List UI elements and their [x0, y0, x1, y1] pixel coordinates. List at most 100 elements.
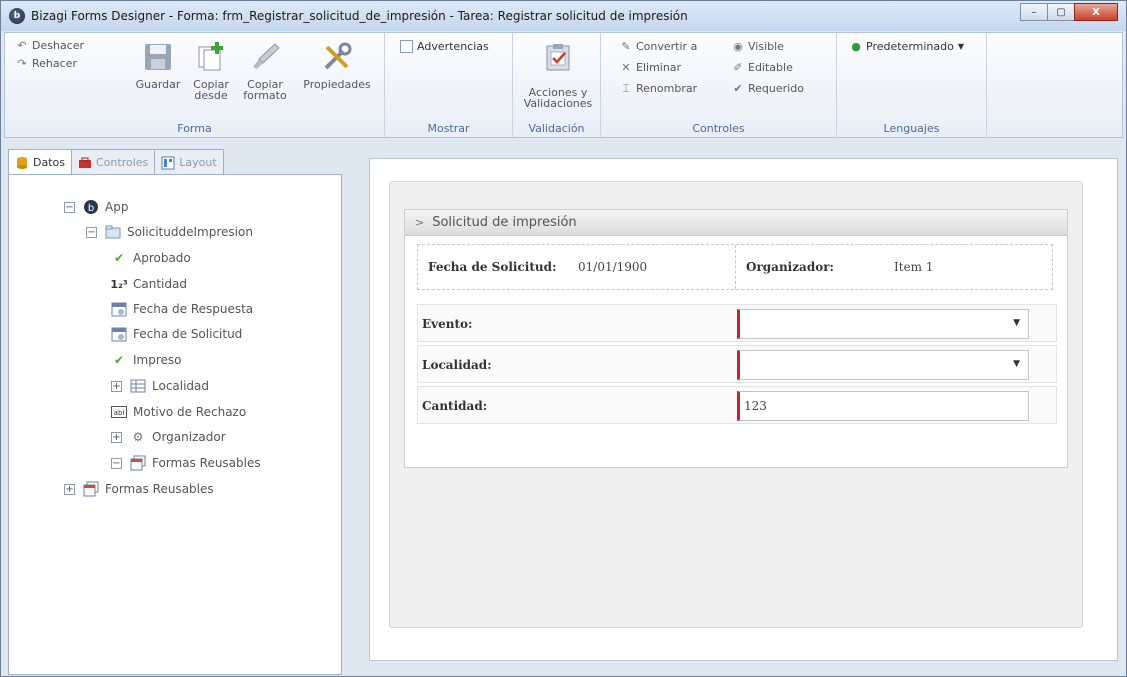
minimize-button[interactable]: – [1020, 3, 1048, 21]
save-button[interactable]: Guardar [135, 41, 181, 90]
copy-from-button[interactable]: Copiar desde [191, 41, 231, 101]
copy-add-icon [195, 41, 227, 73]
tree-node-localidad[interactable]: + Localidad [111, 378, 209, 394]
chevron-right-icon[interactable]: > [415, 216, 424, 229]
checkbox-unchecked [400, 40, 413, 53]
brush-icon [249, 41, 281, 73]
layout-icon [161, 156, 175, 170]
language-dropdown[interactable]: ● Predeterminado ▼ [849, 40, 964, 53]
rename-icon: ⌶ [622, 81, 630, 95]
cantidad-row: Cantidad: 123 [417, 386, 1057, 424]
tree-node-impreso[interactable]: ✔ Impreso [111, 352, 182, 368]
gear-icon: ⚙ [132, 430, 144, 444]
calendar-icon [111, 301, 127, 317]
localidad-combo[interactable]: ▼ [737, 350, 1029, 380]
number-icon: 1₂³ [110, 277, 128, 291]
clipboard-check-icon [542, 41, 574, 73]
data-tree: − b App − SolicituddeImpresion ✔ Aprobad… [8, 174, 342, 675]
form-group[interactable]: > Solicitud de impresión Fecha de Solici… [404, 209, 1068, 468]
properties-button[interactable]: Propiedades [299, 41, 375, 90]
eye-icon: ◉ [733, 40, 743, 53]
organizador-value: Item 1 [894, 260, 934, 274]
organizador-label: Organizador: [746, 260, 834, 274]
tab-layout[interactable]: Layout [154, 149, 224, 175]
dropdown-arrow-icon[interactable]: ▼ [1013, 318, 1020, 328]
database-icon [15, 156, 29, 170]
collapse-icon[interactable]: − [86, 226, 97, 238]
tree-node-formas-outer[interactable]: + Formas Reusables [64, 481, 214, 497]
expand-icon[interactable]: + [111, 431, 122, 443]
table-icon [130, 378, 146, 394]
visible-button[interactable]: ◉ Visible [731, 40, 784, 53]
ribbon-group-controles: ✎ Convertir a ✕ Eliminar ⌶ Renombrar ◉ V… [601, 33, 837, 137]
tree-node-formas-inner[interactable]: − Formas Reusables [111, 455, 261, 471]
magic-wand-icon: ✎ [621, 40, 631, 53]
fecha-solicitud-label: Fecha de Solicitud: [428, 260, 557, 274]
editable-button[interactable]: ✐ Editable [731, 61, 792, 74]
toolbox-icon [78, 156, 92, 170]
tree-node-cantidad[interactable]: 1₂³ Cantidad [110, 276, 187, 292]
ribbon-group-forma: ↶ Deshacer ↷ Rehacer Guardar Copiar desd… [5, 33, 385, 137]
ribbon: ↶ Deshacer ↷ Rehacer Guardar Copiar desd… [4, 32, 1123, 138]
tab-controles[interactable]: Controles [71, 149, 156, 175]
localidad-label: Localidad: [422, 358, 492, 372]
evento-row: Evento: ▼ [417, 304, 1057, 342]
tree-node-entity[interactable]: − SolicituddeImpresion [86, 224, 253, 240]
expand-icon[interactable]: + [111, 380, 122, 392]
form-container[interactable]: > Solicitud de impresión Fecha de Solici… [389, 181, 1083, 628]
app-window: b Bizagi Forms Designer - Forma: frm_Reg… [0, 0, 1127, 677]
ribbon-group-mostrar: Advertencias Mostrar [385, 33, 513, 137]
redo-button[interactable]: ↷ Rehacer [15, 57, 77, 70]
edit-pencil-icon: ✐ [733, 61, 743, 74]
checkmark-icon: ✔ [733, 82, 743, 95]
collapse-icon[interactable]: − [64, 201, 75, 213]
localidad-row: Localidad: ▼ [417, 345, 1057, 383]
fecha-solicitud-value: 01/01/1900 [578, 260, 648, 274]
title-bar: b Bizagi Forms Designer - Forma: frm_Reg… [1, 1, 1126, 31]
maximize-button[interactable]: ▢ [1047, 3, 1075, 21]
design-area: > Solicitud de impresión Fecha de Solici… [350, 143, 1123, 675]
calendar-icon [111, 326, 127, 342]
copy-format-button[interactable]: Copiar formato [243, 41, 287, 101]
tree-node-app[interactable]: − b App [64, 199, 128, 215]
redo-icon: ↷ [17, 57, 27, 70]
left-panel: Datos Controles Layout − b App − Solicit… [4, 143, 344, 675]
required-button[interactable]: ✔ Requerido [731, 82, 804, 95]
group-header[interactable]: > Solicitud de impresión [405, 210, 1067, 236]
rename-button[interactable]: ⌶ Renombrar [619, 81, 697, 96]
actions-validations-button[interactable]: Acciones y Validaciones [524, 41, 592, 109]
evento-combo[interactable]: ▼ [737, 309, 1029, 339]
panel-tabs: Datos Controles Layout [8, 149, 224, 175]
bizagi-logo-icon: b [9, 8, 25, 24]
tree-node-organizador[interactable]: + ⚙ Organizador [111, 429, 226, 445]
boolean-check-icon: ✔ [113, 251, 125, 265]
undo-button[interactable]: ↶ Deshacer [15, 39, 84, 52]
svg-text:abl: abl [114, 409, 125, 417]
delete-button[interactable]: ✕ Eliminar [619, 61, 681, 74]
form-canvas[interactable]: > Solicitud de impresión Fecha de Solici… [369, 158, 1118, 661]
cantidad-label: Cantidad: [422, 399, 488, 413]
app-icon: b [83, 199, 99, 215]
boolean-check-icon: ✔ [113, 353, 125, 367]
close-button[interactable]: X [1074, 3, 1118, 21]
tab-datos[interactable]: Datos [8, 149, 72, 175]
convert-to-button[interactable]: ✎ Convertir a [619, 40, 697, 53]
tree-node-fecha-respuesta[interactable]: Fecha de Respuesta [111, 301, 253, 317]
tree-node-motivo[interactable]: abl Motivo de Rechazo [111, 404, 246, 420]
collapse-icon[interactable]: − [111, 457, 122, 469]
ribbon-group-lenguajes: ● Predeterminado ▼ Lenguajes [837, 33, 987, 137]
expand-icon[interactable]: + [64, 483, 75, 495]
tree-node-fecha-solicitud[interactable]: Fecha de Solicitud [111, 326, 242, 342]
window-controls: – ▢ X [1020, 3, 1118, 21]
dropdown-arrow-icon: ▼ [957, 42, 965, 51]
cantidad-input[interactable]: 123 [737, 391, 1029, 421]
dropdown-arrow-icon[interactable]: ▼ [1013, 359, 1020, 369]
entity-folder-icon [105, 224, 121, 240]
forms-icon [83, 481, 99, 497]
evento-label: Evento: [422, 317, 473, 331]
info-row[interactable]: Fecha de Solicitud: 01/01/1900 Organizad… [417, 244, 1053, 290]
tools-icon [321, 41, 353, 73]
tree-node-aprobado[interactable]: ✔ Aprobado [111, 250, 191, 266]
warnings-checkbox[interactable]: Advertencias [400, 40, 489, 53]
text-field-icon: abl [111, 404, 127, 420]
